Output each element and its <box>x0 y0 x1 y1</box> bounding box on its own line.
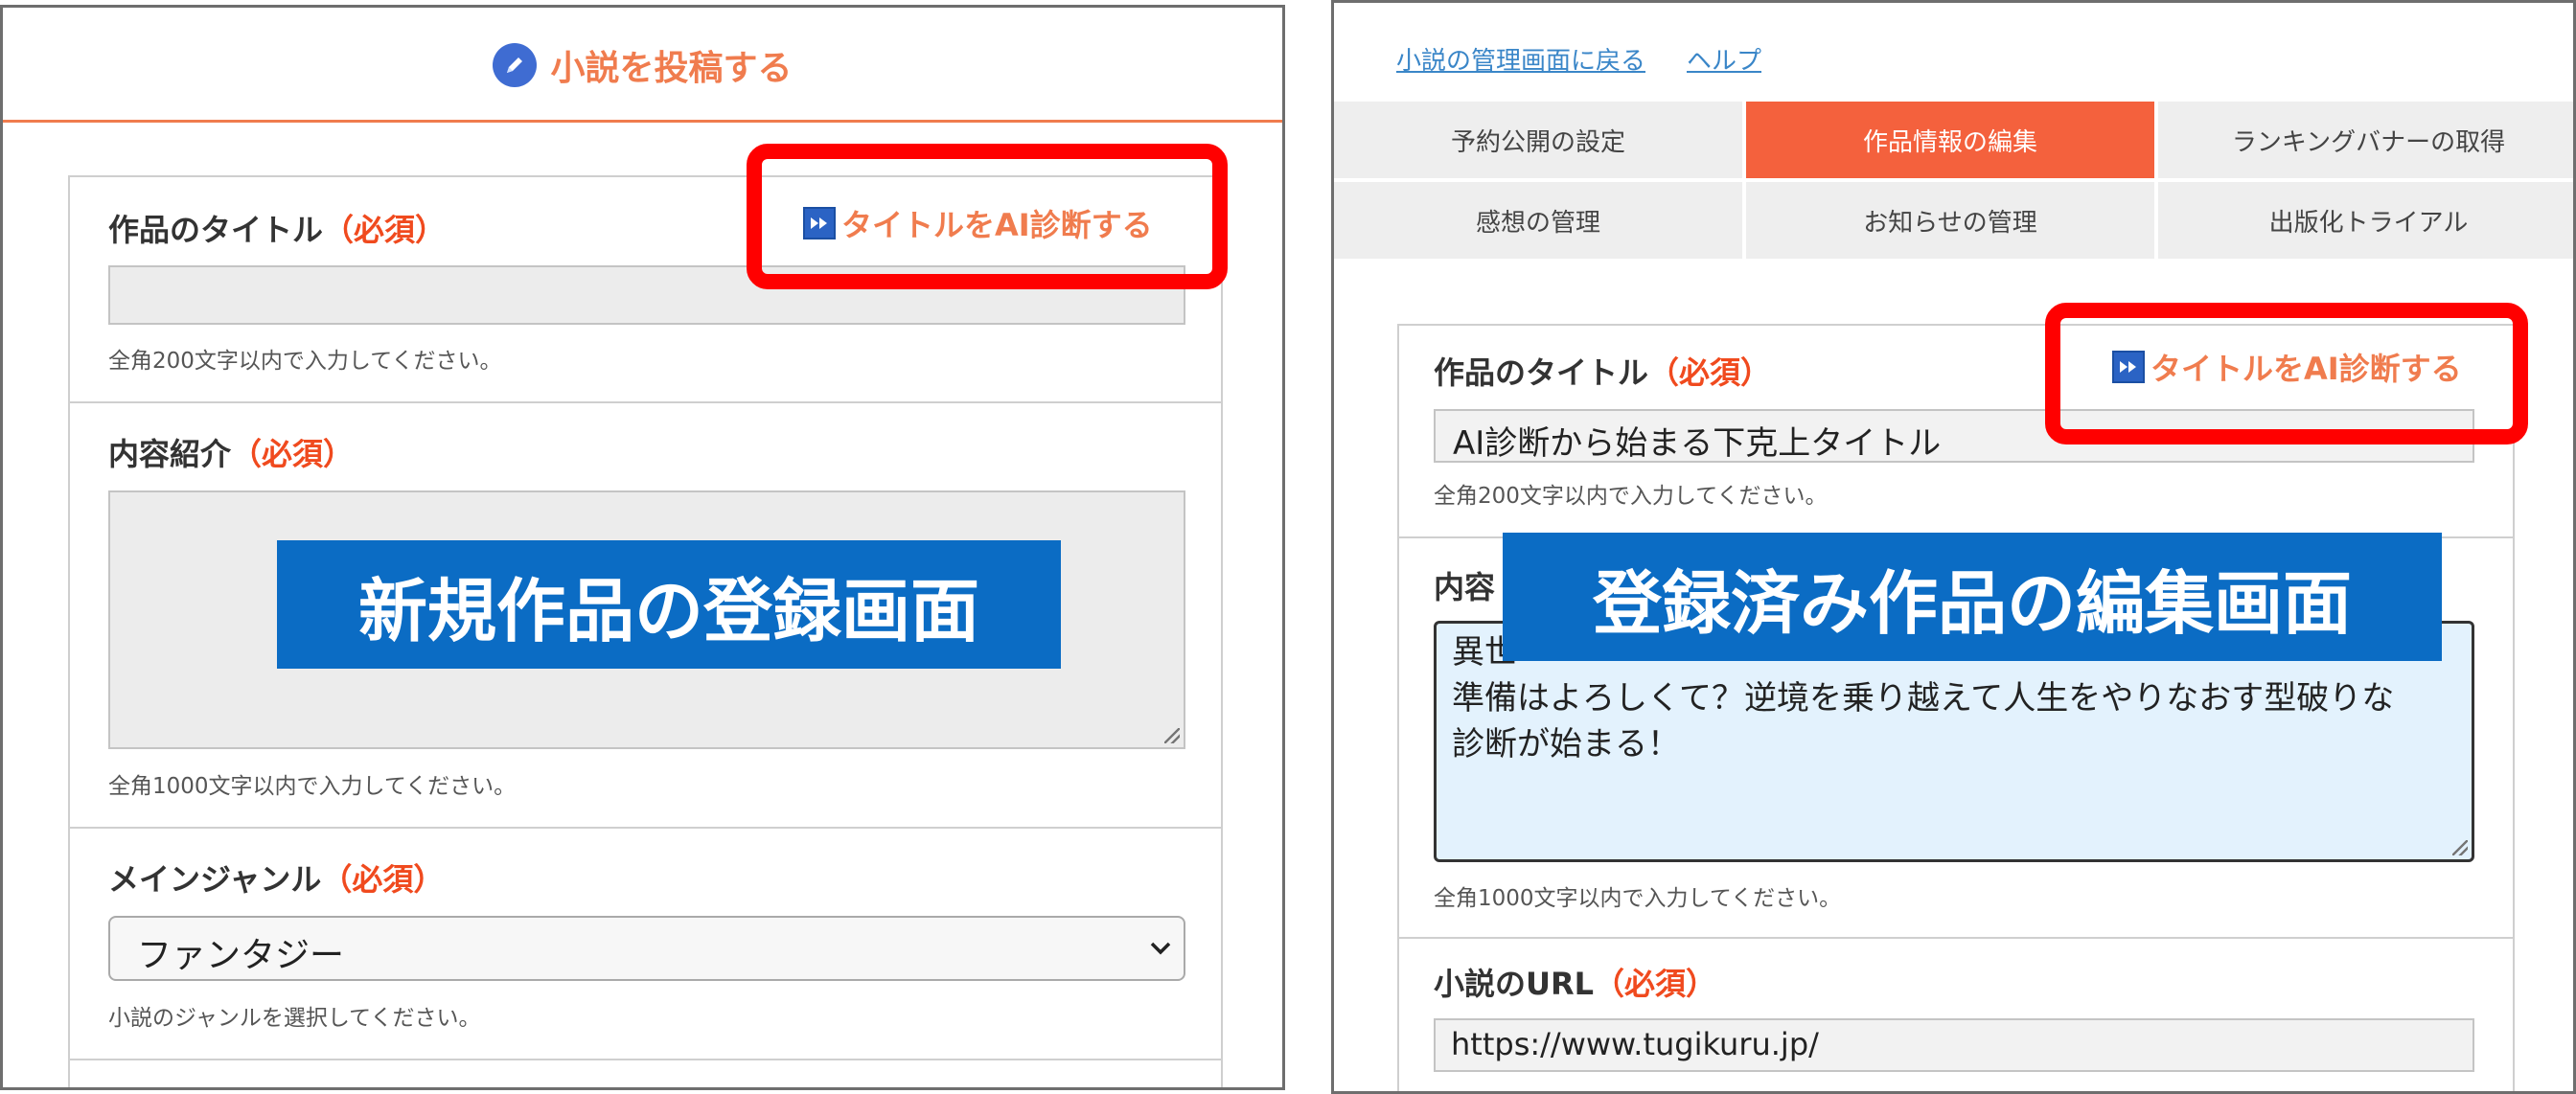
overlay-label-new: 新規作品の登録画面 <box>277 540 1061 669</box>
divider <box>70 401 1221 403</box>
help-link[interactable]: ヘルプ <box>1687 41 1761 77</box>
tab-manage-notices[interactable]: お知らせの管理 <box>1746 182 2154 259</box>
title-field-label: 作品のタイトル（必須） <box>108 206 446 250</box>
chevron-down-icon <box>1149 941 1172 960</box>
highlight-frame <box>747 144 1228 289</box>
intro-line: 診断が始まる！ <box>1452 725 1680 764</box>
divider <box>70 827 1221 829</box>
divider <box>1399 937 2513 939</box>
genre-field-label: メインジャンル（必須） <box>108 855 444 900</box>
tab-scheduled-publish[interactable]: 予約公開の設定 <box>1334 102 1742 178</box>
intro-help-text: 全角1000文字以内で入力してください。 <box>1434 886 1842 911</box>
tab-publishing-trial[interactable]: 出版化トライアル <box>2158 182 2573 259</box>
url-field-label: 小説のURL（必須） <box>1434 960 1716 1004</box>
intro-field-label: 内容 <box>1434 569 1496 605</box>
tab-edit-work-info[interactable]: 作品情報の編集 <box>1746 102 2154 178</box>
intro-label-text: 内容紹介 <box>108 436 232 472</box>
intro-help-text: 全角1000文字以内で入力してください。 <box>108 774 517 799</box>
overlay-label-edit: 登録済み作品の編集画面 <box>1503 533 2442 661</box>
title-label-text: 作品のタイトル <box>1434 354 1649 391</box>
title-label-text: 作品のタイトル <box>108 212 324 248</box>
resize-handle[interactable] <box>1164 728 1180 743</box>
genre-label-text: メインジャンル <box>108 861 322 898</box>
intro-line: 準備はよろしくて？逆境を乗り越えて人生をやりなおす型破りな <box>1452 679 2395 718</box>
divider <box>70 1059 1221 1060</box>
required-mark: （必須） <box>1594 966 1717 1002</box>
resize-handle[interactable] <box>2452 840 2468 855</box>
url-input[interactable]: https://www.tugikuru.jp/ <box>1434 1018 2474 1072</box>
url-label-text: 小説のURL <box>1434 966 1595 1002</box>
genre-selected-value: ファンタジー <box>137 936 345 975</box>
title-input-value: AI診断から始まる下克上タイトル <box>1453 424 1942 463</box>
genre-select[interactable]: ファンタジー <box>108 916 1185 981</box>
title-field-label: 作品のタイトル（必須） <box>1434 349 1771 393</box>
url-input-value: https://www.tugikuru.jp/ <box>1451 1026 1819 1062</box>
required-mark: （必須） <box>321 861 445 898</box>
tab-manage-comments[interactable]: 感想の管理 <box>1334 182 1742 259</box>
title-help-text: 全角200文字以内で入力してください。 <box>1434 484 1828 509</box>
tab-ranking-banner[interactable]: ランキングバナーの取得 <box>2158 102 2573 178</box>
required-mark: （必須） <box>231 436 355 472</box>
back-to-management-link[interactable]: 小説の管理画面に戻る <box>1396 41 1645 77</box>
title-help-text: 全角200文字以内で入力してください。 <box>108 349 502 374</box>
genre-help-text: 小説のジャンルを選択してください。 <box>108 1006 481 1031</box>
required-mark: （必須） <box>1648 354 1772 391</box>
intro-field-label: 内容紹介（必須） <box>108 430 354 474</box>
required-mark: （必須） <box>323 212 447 248</box>
highlight-frame <box>2045 303 2528 444</box>
post-title: 小説を投稿する <box>550 49 793 88</box>
post-title-row: 小説を投稿する <box>3 8 1282 123</box>
pencil-icon <box>493 43 538 87</box>
